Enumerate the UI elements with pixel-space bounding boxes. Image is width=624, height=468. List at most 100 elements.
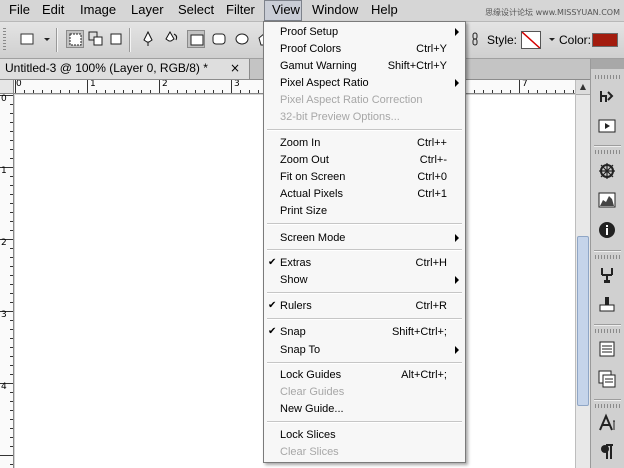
menu-item-lock-guides[interactable]: Lock Guides Alt+Ctrl+; — [264, 368, 465, 385]
scroll-up-arrow-icon[interactable]: ▲ — [576, 80, 590, 95]
options-grip[interactable] — [3, 28, 6, 52]
menu-item-zoom-in[interactable]: Zoom In Ctrl++ — [264, 136, 465, 153]
marquee-tool-icon[interactable] — [18, 30, 36, 48]
link-icon[interactable] — [466, 30, 484, 48]
menu-item-pixel-aspect-ratio-correction: Pixel Aspect Ratio Correction — [264, 93, 465, 110]
menu-item-screen-mode[interactable]: Screen Mode — [264, 231, 465, 248]
menu-item-snap[interactable]: ✔ Snap Shift+Ctrl+; — [264, 325, 465, 342]
menu-item-label: Screen Mode — [280, 232, 346, 244]
submenu-arrow-icon — [455, 79, 459, 87]
dock-grip[interactable] — [595, 75, 620, 79]
options-divider — [129, 28, 131, 52]
vertical-scrollbar[interactable]: ▲ — [575, 80, 590, 468]
close-icon[interactable]: × — [230, 59, 240, 78]
menu-item-label: Zoom In — [280, 137, 321, 149]
menu-separator — [267, 421, 462, 423]
menu-item-snap-to[interactable]: Snap To — [264, 343, 465, 360]
menu-item-label: Clear Slices — [280, 446, 339, 458]
menu-file[interactable]: File — [2, 0, 37, 21]
menu-item-fit-on-screen[interactable]: Fit on Screen Ctrl+0 — [264, 170, 465, 187]
scroll-thumb[interactable] — [577, 236, 589, 406]
menu-filter[interactable]: Filter — [219, 0, 262, 21]
freeform-pen-icon[interactable] — [162, 30, 180, 48]
style-label: Style: — [487, 33, 518, 47]
menu-item-rulers[interactable]: ✔ Rulers Ctrl+R — [264, 299, 465, 316]
dock-separator — [594, 250, 621, 252]
menu-layer[interactable]: Layer — [124, 0, 171, 21]
watermark-text: 思缘设计论坛 www.MISSYUAN.COM — [485, 8, 620, 17]
menu-item-32bit-preview-options: 32-bit Preview Options... — [264, 110, 465, 127]
menu-item-shortcut: Ctrl+R — [415, 300, 447, 312]
tool-presets-icon[interactable] — [597, 294, 617, 314]
document-tab[interactable]: Untitled-3 @ 100% (Layer 0, RGB/8) * × — [0, 59, 250, 79]
dock-header[interactable] — [591, 59, 624, 69]
dock-grip[interactable] — [595, 255, 620, 259]
menu-item-new-guide[interactable]: New Guide... — [264, 402, 465, 419]
paragraph-icon[interactable] — [597, 442, 617, 462]
menu-item-proof-colors[interactable]: Proof Colors Ctrl+Y — [264, 42, 465, 59]
new-selection-icon[interactable] — [66, 30, 84, 48]
rounded-rectangle-icon[interactable] — [210, 30, 228, 48]
histogram-icon[interactable] — [597, 190, 617, 210]
menu-separator — [267, 249, 462, 251]
navigator-icon[interactable] — [597, 161, 617, 181]
menu-item-actual-pixels[interactable]: Actual Pixels Ctrl+1 — [264, 187, 465, 204]
menu-item-label: Snap — [280, 326, 306, 338]
menu-item-shortcut: Ctrl+1 — [417, 188, 447, 200]
dock-grip[interactable] — [595, 329, 620, 333]
rectangle-shape-icon[interactable] — [187, 30, 205, 48]
menu-item-label: Gamut Warning — [280, 60, 357, 72]
subtract-selection-icon[interactable] — [107, 30, 125, 48]
dock-grip[interactable] — [595, 404, 620, 408]
character-icon[interactable] — [597, 413, 617, 433]
ruler-origin[interactable] — [0, 80, 14, 94]
menu-item-clear-guides: Clear Guides — [264, 385, 465, 402]
menu-separator — [267, 318, 462, 320]
ellipse-shape-icon[interactable] — [233, 30, 251, 48]
color-label: Color: — [559, 33, 592, 47]
menu-item-proof-setup[interactable]: Proof Setup — [264, 25, 465, 42]
menu-item-lock-slices[interactable]: Lock Slices — [264, 428, 465, 445]
menu-item-pixel-aspect-ratio[interactable]: Pixel Aspect Ratio — [264, 76, 465, 93]
menu-item-label: Proof Colors — [280, 43, 342, 55]
menu-item-label: Pixel Aspect Ratio Correction — [280, 94, 423, 106]
menu-window[interactable]: Window — [305, 0, 365, 21]
menu-item-label: Lock Slices — [280, 429, 336, 441]
menu-separator — [267, 223, 462, 225]
pen-tool-icon[interactable] — [139, 30, 157, 48]
clone-source-icon[interactable] — [597, 265, 617, 285]
menu-item-label: 32-bit Preview Options... — [280, 111, 400, 123]
menu-select[interactable]: Select — [171, 0, 221, 21]
menu-item-clear-slices: Clear Slices — [264, 445, 465, 462]
document-tab-title: Untitled-3 @ 100% (Layer 0, RGB/8) * — [5, 61, 208, 75]
options-divider — [56, 28, 58, 52]
history-icon[interactable] — [597, 87, 617, 107]
layer-comps-icon[interactable] — [597, 339, 617, 359]
submenu-arrow-icon — [455, 28, 459, 36]
menu-image[interactable]: Image — [73, 0, 123, 21]
ruler-label: 3 — [1, 310, 7, 320]
menu-help[interactable]: Help — [364, 0, 405, 21]
menu-edit[interactable]: Edit — [35, 0, 71, 21]
add-selection-icon[interactable] — [87, 30, 105, 48]
paragraph-styles-icon[interactable] — [597, 369, 617, 389]
menu-item-gamut-warning[interactable]: Gamut Warning Shift+Ctrl+Y — [264, 59, 465, 76]
vertical-ruler[interactable]: 0 1 2 3 4 — [0, 94, 14, 468]
info-icon[interactable] — [597, 220, 617, 240]
menu-view[interactable]: View — [264, 0, 302, 21]
menu-item-extras[interactable]: ✔ Extras Ctrl+H — [264, 256, 465, 273]
style-dropdown-icon[interactable] — [543, 30, 555, 48]
menu-item-print-size[interactable]: Print Size — [264, 204, 465, 221]
dock-separator — [594, 145, 621, 147]
menu-item-zoom-out[interactable]: Zoom Out Ctrl+- — [264, 153, 465, 170]
color-swatch[interactable] — [592, 33, 618, 47]
menu-item-shortcut: Shift+Ctrl+; — [391, 326, 447, 338]
style-swatch[interactable] — [521, 31, 541, 49]
menu-separator — [267, 129, 462, 131]
actions-icon[interactable] — [597, 116, 617, 136]
dock-grip[interactable] — [595, 150, 620, 154]
ruler-label: 2 — [1, 238, 7, 248]
submenu-arrow-icon — [455, 346, 459, 354]
menu-item-show[interactable]: Show — [264, 273, 465, 290]
dropdown-arrow-icon[interactable] — [38, 30, 50, 48]
